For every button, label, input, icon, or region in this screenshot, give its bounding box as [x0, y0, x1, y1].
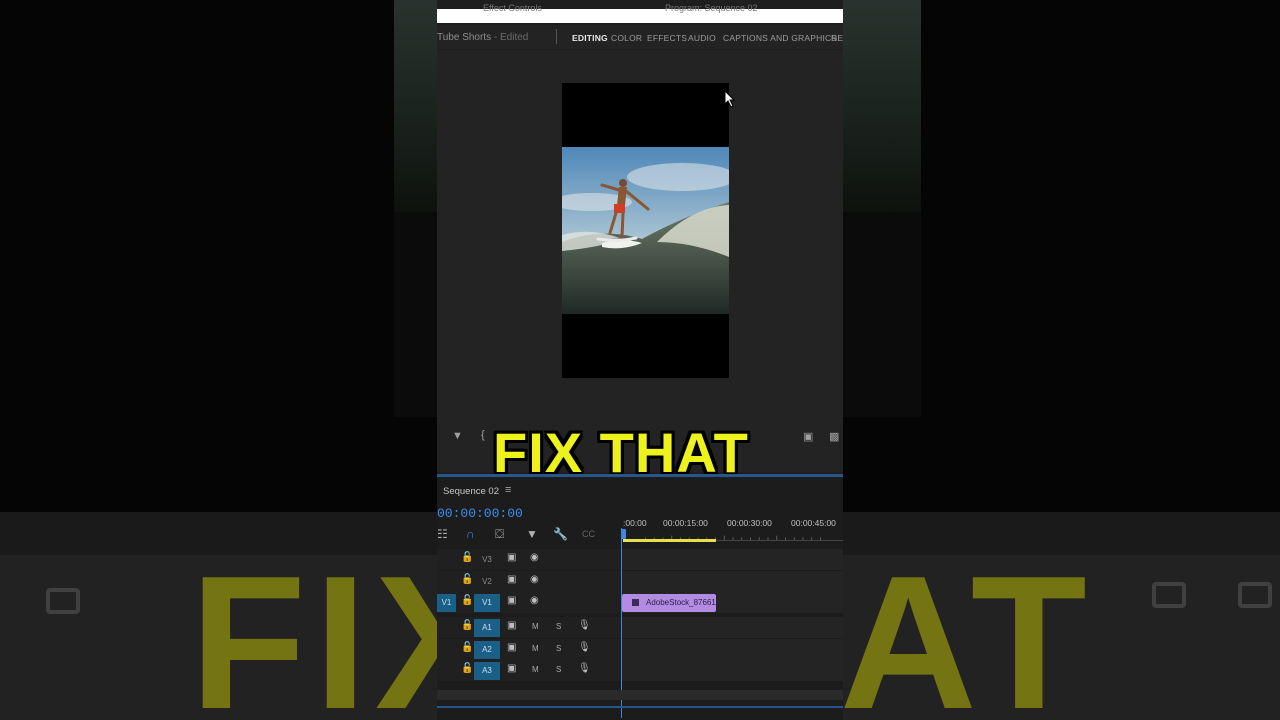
- timeline-tools: ☷ ∩ ⛋ ▼ 🔧 CC: [437, 526, 621, 542]
- microphone-icon[interactable]: 🎙: [578, 663, 591, 674]
- track-lane-a3[interactable]: [622, 660, 843, 681]
- sync-lock-icon[interactable]: ▣: [507, 642, 516, 653]
- mouse-cursor-icon: [724, 90, 736, 108]
- workspace-tab-audio[interactable]: AUDIO: [688, 33, 716, 43]
- lock-icon[interactable]: 🔓: [461, 620, 473, 631]
- track-name-a3[interactable]: A3: [474, 662, 500, 680]
- track-lane-v3[interactable]: [622, 549, 843, 570]
- blurred-icon-left: [46, 588, 80, 614]
- microphone-icon[interactable]: 🎙: [578, 620, 591, 631]
- track-name-v3[interactable]: V3: [474, 551, 500, 569]
- premiere-editor-panel: Effect Controls Program: Sequence 02 Tub…: [437, 0, 843, 720]
- lift-icon[interactable]: ▣: [803, 430, 813, 443]
- track-name-v2[interactable]: V2: [474, 573, 500, 591]
- work-area-bar[interactable]: [623, 539, 716, 542]
- solo-button[interactable]: S: [556, 644, 561, 653]
- transport-controls: ▼ { ▣ ▩ FIX THAT: [437, 412, 843, 484]
- program-monitor-tab[interactable]: Program: Sequence 02: [665, 3, 758, 13]
- sync-lock-icon[interactable]: ▣: [507, 574, 516, 585]
- project-edited-state: - Edited: [493, 32, 529, 43]
- lock-icon[interactable]: 🔓: [461, 552, 473, 563]
- mute-button[interactable]: M: [532, 644, 539, 653]
- solo-button[interactable]: S: [556, 665, 561, 674]
- ruler-label-15: 00:00:15:00: [663, 518, 708, 528]
- linked-selection-icon[interactable]: ⛋: [495, 527, 504, 542]
- video-frame: FIX THAT Effect Controls Program: Sequen…: [0, 0, 1280, 720]
- sync-lock-icon[interactable]: ▣: [507, 595, 516, 606]
- eye-icon[interactable]: ◉: [530, 595, 539, 606]
- track-v2: 🔓 V2 ▣ ◉: [437, 571, 843, 592]
- captions-icon[interactable]: CC: [582, 529, 595, 539]
- source-patch-v1[interactable]: V1: [437, 594, 456, 612]
- track-lane-v2[interactable]: [622, 571, 843, 592]
- lock-icon[interactable]: 🔓: [461, 642, 473, 653]
- ruler-label-30: 00:00:30:00: [727, 518, 772, 528]
- panel-focus-line: [437, 474, 843, 477]
- lock-icon[interactable]: 🔓: [461, 595, 473, 606]
- blurred-icon-right-1: [1152, 582, 1186, 608]
- track-header-a1: 🔓 A1 ▣ M S 🎙: [437, 617, 621, 638]
- workspace-tab-effects[interactable]: EFFECTS: [647, 33, 687, 43]
- add-marker-icon-timeline[interactable]: ▼: [526, 527, 538, 541]
- program-monitor[interactable]: [437, 50, 843, 462]
- lock-icon[interactable]: 🔓: [461, 574, 473, 585]
- track-header-a3: 🔓 A3 ▣ M S 🎙: [437, 660, 621, 681]
- workspace-tab-review[interactable]: REV: [831, 33, 843, 43]
- eye-icon[interactable]: ◉: [530, 574, 539, 585]
- mute-button[interactable]: M: [532, 665, 539, 674]
- insert-sequence-icon[interactable]: ☷: [437, 527, 448, 541]
- effect-controls-tab[interactable]: Effect Controls: [483, 3, 542, 13]
- microphone-icon[interactable]: 🎙: [578, 642, 591, 653]
- track-name-v1[interactable]: V1: [474, 594, 500, 612]
- snap-magnet-icon[interactable]: ∩: [466, 527, 475, 541]
- clip-name: AdobeStock_87661: [646, 598, 716, 607]
- project-title: Tube Shorts - Edited: [437, 32, 528, 43]
- playhead-timecode[interactable]: 00:00:00:00: [437, 506, 523, 521]
- workspace-tab-captions[interactable]: CAPTIONS AND GRAPHICS: [723, 33, 837, 43]
- add-marker-icon[interactable]: ▼: [452, 430, 463, 442]
- lock-icon[interactable]: 🔓: [461, 663, 473, 674]
- track-header-a2: 🔓 A2 ▣ M S 🎙: [437, 639, 621, 660]
- playhead-handle[interactable]: [621, 529, 626, 539]
- video-clip[interactable]: AdobeStock_87661: [622, 594, 716, 612]
- track-v3: 🔓 V3 ▣ ◉: [437, 549, 843, 570]
- workspace-header: Tube Shorts - Edited EDITING COLOR EFFEC…: [437, 25, 843, 49]
- vertical-frame: [562, 83, 729, 378]
- eye-icon[interactable]: ◉: [530, 552, 539, 563]
- export-frame-icon[interactable]: ▩: [829, 430, 839, 443]
- track-name-a1[interactable]: A1: [474, 619, 500, 637]
- sync-lock-icon[interactable]: ▣: [507, 620, 516, 631]
- timeline-scrollbar[interactable]: [437, 690, 843, 700]
- track-v1: V1 🔓 V1 ▣ ◉ AdobeStock_87661: [437, 592, 843, 613]
- surfer-image: [562, 147, 729, 314]
- bottom-focus-line: [437, 706, 843, 708]
- track-lane-a1[interactable]: [622, 617, 843, 638]
- track-a3: 🔓 A3 ▣ M S 🎙: [437, 660, 843, 681]
- fx-badge-icon: [632, 599, 639, 606]
- track-header-v1: V1 🔓 V1 ▣ ◉: [437, 592, 621, 613]
- track-header-v3: 🔓 V3 ▣ ◉: [437, 549, 621, 570]
- track-lane-a2[interactable]: [622, 639, 843, 660]
- track-a1: 🔓 A1 ▣ M S 🎙: [437, 617, 843, 638]
- mark-in-icon[interactable]: {: [481, 429, 485, 441]
- sequence-tab[interactable]: Sequence 02: [443, 486, 499, 497]
- workspace-tab-editing[interactable]: EDITING: [572, 33, 608, 43]
- header-divider: [556, 29, 557, 44]
- solo-button[interactable]: S: [556, 622, 561, 631]
- blurred-icon-right-2: [1238, 582, 1272, 608]
- ruler-label-0: :00:00: [623, 518, 647, 528]
- hamburger-menu-icon[interactable]: ≡: [505, 484, 511, 496]
- track-a2: 🔓 A2 ▣ M S 🎙: [437, 639, 843, 660]
- sync-lock-icon[interactable]: ▣: [507, 663, 516, 674]
- ruler-label-45: 00:00:45:00: [791, 518, 836, 528]
- mute-button[interactable]: M: [532, 622, 539, 631]
- track-header-v2: 🔓 V2 ▣ ◉: [437, 571, 621, 592]
- project-name: Tube Shorts: [437, 32, 492, 43]
- track-name-a2[interactable]: A2: [474, 641, 500, 659]
- wrench-settings-icon[interactable]: 🔧: [553, 527, 568, 541]
- workspace-tab-color[interactable]: COLOR: [611, 33, 642, 43]
- sync-lock-icon[interactable]: ▣: [507, 552, 516, 563]
- timeline-panel: Sequence 02 ≡ 00:00:00:00 ☷ ∩ ⛋ ▼ 🔧 CC :…: [437, 478, 843, 720]
- surfer-video-preview: [562, 147, 729, 314]
